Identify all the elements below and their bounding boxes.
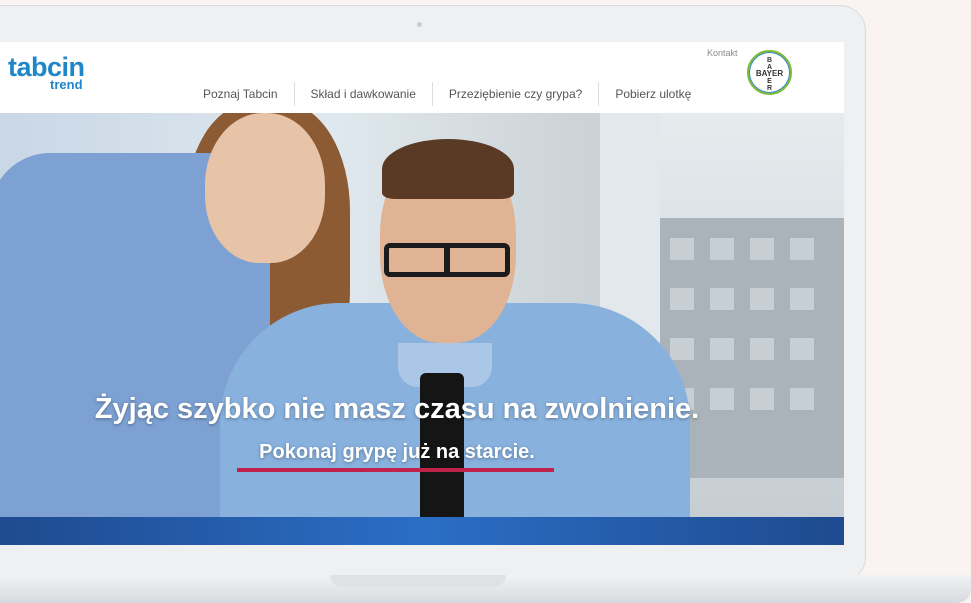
- nav-item-przeziebienie[interactable]: Przeziębienie czy grypa?: [431, 82, 598, 106]
- svg-text:B: B: [767, 57, 772, 64]
- site-header: tabcin trend Poznaj Tabcin Skład i dawko…: [0, 42, 844, 113]
- svg-text:R: R: [767, 85, 772, 92]
- laptop-notch: [330, 575, 506, 587]
- bayer-cross-icon: B A BAYER E R: [756, 57, 783, 92]
- woman-face: [205, 113, 325, 263]
- laptop-screen: tabcin trend Poznaj Tabcin Skład i dawko…: [0, 42, 844, 545]
- tabcin-logo[interactable]: tabcin trend: [8, 54, 85, 92]
- main-nav: Poznaj Tabcin Skład i dawkowanie Przezię…: [187, 82, 707, 106]
- hero-subheadline[interactable]: Pokonaj grypę już na starcie.: [0, 441, 794, 464]
- man-hair: [382, 139, 514, 199]
- hero-banner: Żyjąc szybko nie masz czasu na zwolnieni…: [0, 113, 844, 545]
- contact-link[interactable]: Kontakt: [707, 48, 738, 58]
- man-glasses: [384, 243, 510, 277]
- svg-text:E: E: [767, 78, 772, 85]
- nav-item-ulotka[interactable]: Pobierz ulotkę: [598, 82, 707, 106]
- subheadline-underline: [237, 468, 554, 472]
- hero-bottom-strip: [0, 517, 844, 545]
- nav-item-sklad[interactable]: Skład i dawkowanie: [293, 82, 432, 106]
- hero-headline: Żyjąc szybko nie masz czasu na zwolnieni…: [94, 393, 700, 425]
- svg-text:BAYER: BAYER: [756, 69, 783, 78]
- nav-item-poznaj-tabcin[interactable]: Poznaj Tabcin: [187, 82, 294, 106]
- laptop-camera: [417, 22, 422, 27]
- bayer-logo[interactable]: B A BAYER E R: [747, 50, 792, 95]
